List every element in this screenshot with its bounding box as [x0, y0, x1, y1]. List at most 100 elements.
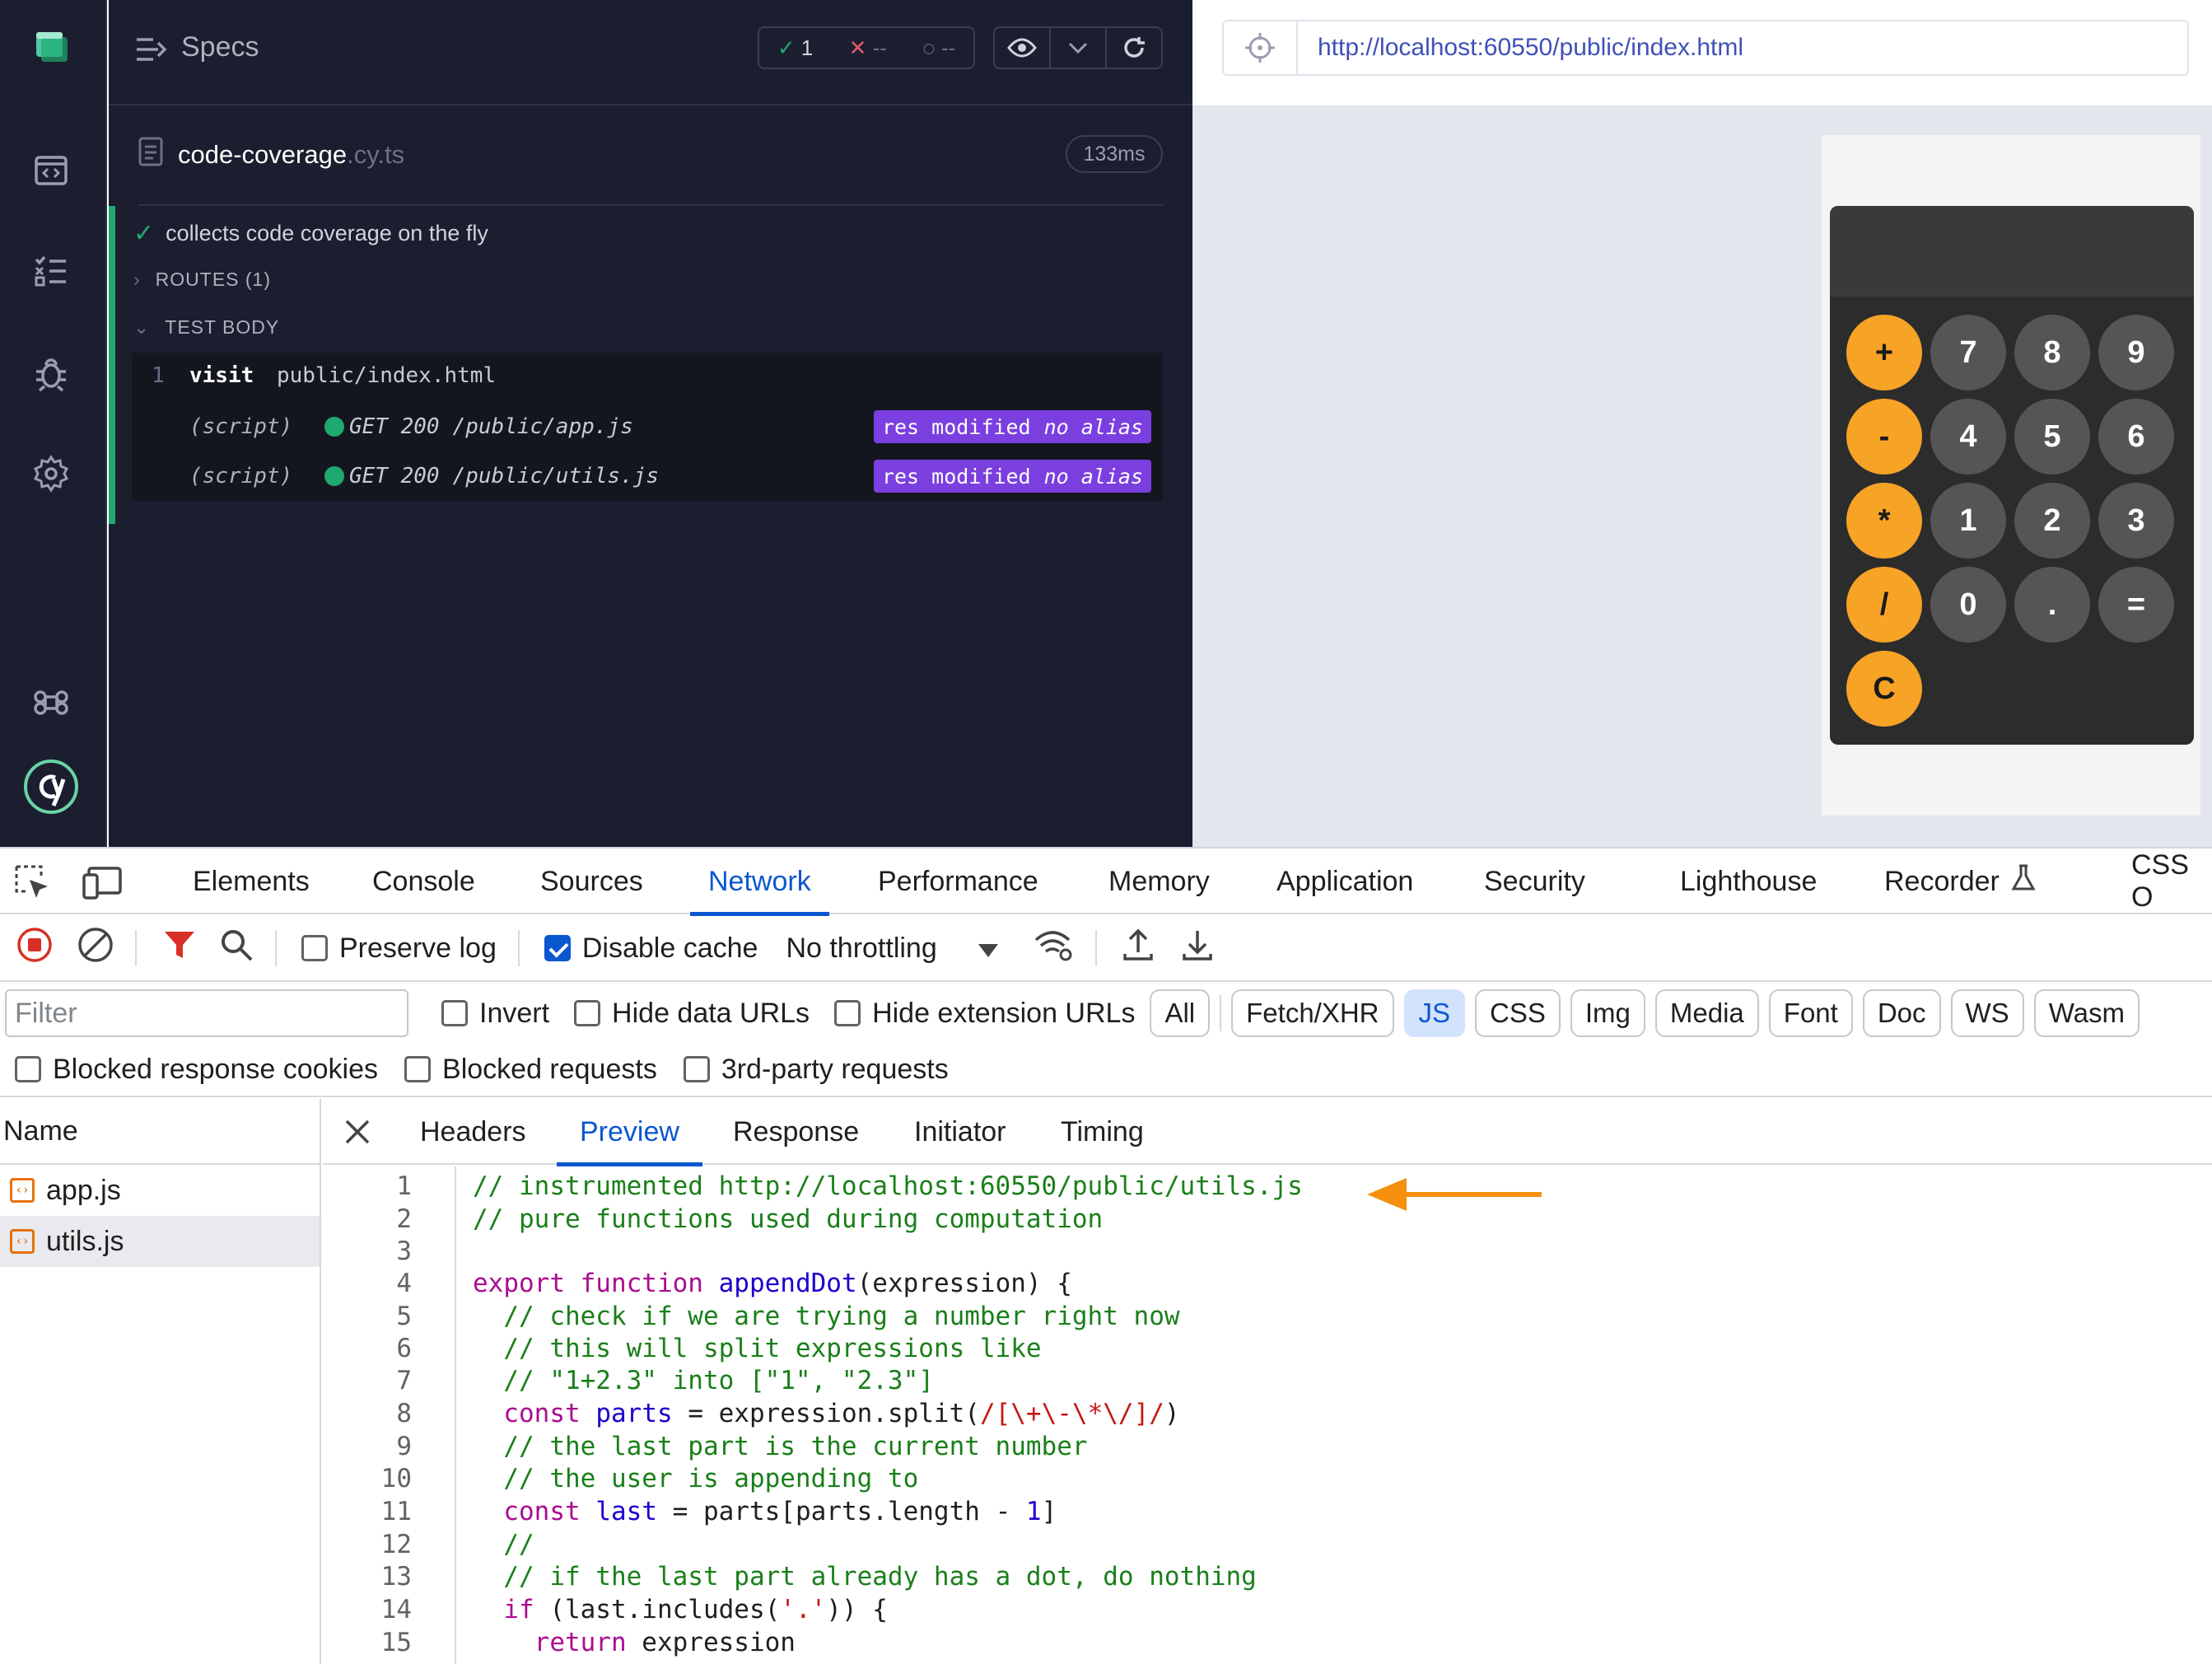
debug-bug-icon[interactable] — [27, 349, 75, 397]
tab-preview[interactable]: Preview — [557, 1099, 702, 1166]
network-conditions-icon[interactable] — [1033, 928, 1074, 969]
runs-nav-icon[interactable] — [27, 247, 75, 295]
test-stats: ✓ 1 ✕ -- ◌ -- — [758, 26, 975, 69]
close-icon[interactable] — [344, 1119, 371, 1149]
routes-section[interactable]: › ROUTES (1) — [133, 269, 271, 291]
device-toolbar-icon[interactable] — [82, 865, 124, 904]
url-field[interactable]: http://localhost:60550/public/index.html — [1222, 20, 2189, 76]
calc-key[interactable]: 8 — [2014, 315, 2090, 390]
flask-icon — [2011, 864, 2036, 900]
tab-recorder[interactable]: Recorder — [1884, 848, 2036, 914]
calc-key[interactable]: = — [2098, 567, 2174, 643]
calc-key[interactable]: 0 — [1930, 567, 2006, 643]
calc-key[interactable]: 3 — [2098, 483, 2174, 559]
blocked-cookies-checkbox[interactable]: Blocked response cookies — [15, 1054, 378, 1086]
line-number: 11 — [380, 1497, 412, 1526]
calc-key[interactable]: * — [1846, 483, 1922, 559]
status-dot-icon — [324, 466, 344, 486]
test-title-row[interactable]: ✓ collects code coverage on the fly — [133, 219, 488, 248]
calc-key[interactable]: C — [1846, 651, 1922, 727]
calc-key[interactable]: - — [1846, 399, 1922, 474]
record-stop-icon[interactable] — [16, 927, 53, 970]
code-line: // check if we are trying a number right… — [473, 1302, 1180, 1331]
search-icon[interactable] — [219, 928, 254, 970]
command-log: Specs ✓ 1 ✕ -- ◌ -- code-coverage.cy.ts … — [109, 0, 1192, 847]
chip-ws[interactable]: WS — [1950, 989, 2024, 1037]
code-line: // "1+2.3" into ["1", "2.3"] — [473, 1366, 934, 1395]
chip-fetch-xhr[interactable]: Fetch/XHR — [1231, 989, 1394, 1037]
command-script-utils[interactable]: (script) GET 200 /public/utils.js res mo… — [132, 453, 1163, 499]
js-file-icon: ‹› — [10, 1229, 35, 1254]
tab-elements[interactable]: Elements — [193, 848, 310, 914]
invert-checkbox[interactable]: Invert — [441, 998, 549, 1030]
auto-scroll-eye-icon[interactable] — [995, 28, 1051, 68]
cypress-logo-icon[interactable] — [22, 758, 80, 816]
calc-key[interactable]: + — [1846, 315, 1922, 390]
name-column-header[interactable]: Name — [0, 1099, 320, 1165]
code-line: // instrumented http://localhost:60550/p… — [473, 1171, 1303, 1201]
chip-media[interactable]: Media — [1654, 989, 1759, 1037]
clear-icon[interactable] — [77, 927, 114, 970]
filter-funnel-icon[interactable] — [163, 928, 196, 969]
settings-gear-icon[interactable] — [27, 450, 75, 498]
tab-timing[interactable]: Timing — [1061, 1099, 1144, 1165]
inspect-element-icon[interactable] — [13, 863, 51, 905]
calc-key[interactable]: 4 — [1930, 399, 2006, 474]
tab-sources[interactable]: Sources — [540, 848, 643, 914]
chip-css[interactable]: CSS — [1475, 989, 1561, 1037]
disable-cache-checkbox[interactable]: Disable cache — [544, 932, 758, 965]
tab-security[interactable]: Security — [1484, 848, 1585, 914]
throttling-select[interactable]: No throttling — [786, 932, 998, 965]
tab-initiator[interactable]: Initiator — [914, 1099, 1006, 1165]
tab-headers[interactable]: Headers — [420, 1099, 526, 1165]
tab-css-overview[interactable]: CSS O — [2131, 848, 2212, 914]
chip-all[interactable]: All — [1150, 989, 1211, 1037]
request-row[interactable]: ‹› app.js — [0, 1165, 320, 1216]
dropdown-triangle-icon — [978, 932, 998, 965]
export-har-icon[interactable] — [1181, 928, 1214, 970]
tab-response[interactable]: Response — [733, 1099, 859, 1165]
toggle-specs-icon[interactable] — [135, 35, 168, 68]
tab-lighthouse[interactable]: Lighthouse — [1680, 848, 1817, 914]
calc-key[interactable]: 5 — [2014, 399, 2090, 474]
devtools-panel: Elements Console Sources Network Perform… — [0, 847, 2212, 1664]
hide-extension-urls-checkbox[interactable]: Hide extension URLs — [834, 998, 1135, 1030]
code-line: if (last.includes('.')) { — [473, 1595, 888, 1624]
calc-key[interactable]: 9 — [2098, 315, 2174, 390]
filter-input[interactable]: Filter — [5, 989, 408, 1037]
selector-playground-icon[interactable] — [1224, 21, 1298, 74]
request-row[interactable]: ‹› utils.js — [0, 1216, 320, 1267]
third-party-checkbox[interactable]: 3rd-party requests — [683, 1054, 949, 1086]
calc-key[interactable]: / — [1846, 567, 1922, 643]
tab-console[interactable]: Console — [372, 848, 475, 914]
tab-memory[interactable]: Memory — [1108, 848, 1210, 914]
calc-key[interactable]: . — [2014, 567, 2090, 643]
chip-wasm[interactable]: Wasm — [2033, 989, 2140, 1037]
specs-nav-icon[interactable] — [27, 147, 75, 194]
chip-img[interactable]: Img — [1570, 989, 1645, 1037]
hide-data-urls-checkbox[interactable]: Hide data URLs — [574, 998, 810, 1030]
specs-label[interactable]: Specs — [181, 31, 259, 63]
command-script-app[interactable]: (script) GET 200 /public/app.js res modi… — [132, 404, 1163, 450]
test-body-section[interactable]: ⌄ TEST BODY — [133, 316, 279, 339]
tab-network[interactable]: Network — [690, 848, 829, 916]
chip-doc[interactable]: Doc — [1862, 989, 1941, 1037]
blocked-requests-checkbox[interactable]: Blocked requests — [404, 1054, 657, 1086]
tab-performance[interactable]: Performance — [878, 848, 1038, 914]
import-har-icon[interactable] — [1122, 928, 1155, 970]
calc-key[interactable]: 6 — [2098, 399, 2174, 474]
calc-key[interactable]: 1 — [1930, 483, 2006, 559]
tab-application[interactable]: Application — [1276, 848, 1413, 914]
command-visit[interactable]: 1 visit public/index.html — [132, 353, 1163, 399]
reporter-header: Specs ✓ 1 ✕ -- ◌ -- — [109, 0, 1192, 105]
keyboard-command-icon[interactable] — [27, 679, 75, 727]
rerun-icon[interactable] — [1107, 28, 1161, 68]
preserve-log-checkbox[interactable]: Preserve log — [301, 932, 497, 965]
calc-key[interactable]: 7 — [1930, 315, 2006, 390]
app-logo-icon[interactable] — [27, 23, 75, 71]
chip-font[interactable]: Font — [1768, 989, 1853, 1037]
chip-js[interactable]: JS — [1403, 989, 1466, 1037]
chevron-down-icon[interactable] — [1051, 28, 1107, 68]
js-file-icon: ‹› — [10, 1178, 35, 1203]
calc-key[interactable]: 2 — [2014, 483, 2090, 559]
